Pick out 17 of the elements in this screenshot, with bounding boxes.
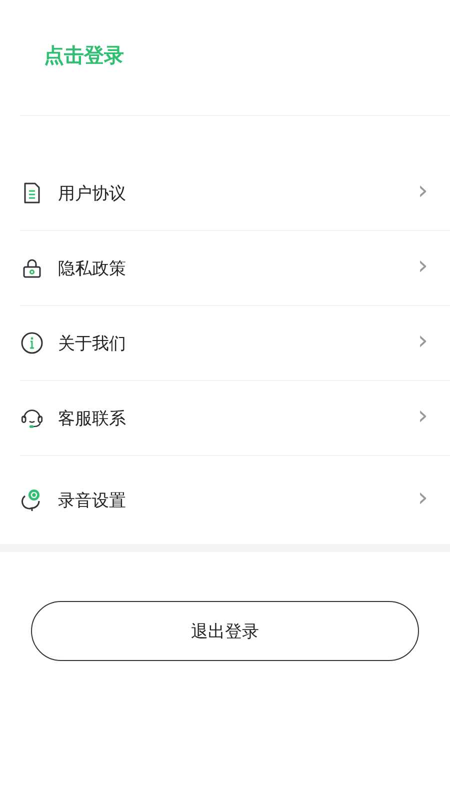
chevron-icon: ›	[418, 253, 428, 279]
logout-button[interactable]: 退出登录	[31, 601, 419, 661]
chevron-icon: ›	[418, 403, 428, 429]
menu-label: 用户协议	[58, 182, 127, 204]
menu-item[interactable]: 关于我们 ›	[0, 306, 450, 380]
menu-item[interactable]: 客服联系 ›	[0, 381, 450, 455]
info-icon	[20, 331, 44, 355]
menu-item[interactable]: 用户协议 ›	[0, 156, 450, 230]
menu-label: 关于我们	[58, 332, 127, 354]
menu-label: 客服联系	[58, 408, 127, 430]
menu-label: 隐私政策	[58, 258, 127, 280]
chevron-icon: ›	[418, 328, 428, 354]
menu-item[interactable]: 隐私政策 ›	[0, 231, 450, 305]
menu-label: 录音设置	[58, 490, 127, 512]
chevron-icon: ›	[418, 485, 428, 511]
chevron-icon: ›	[418, 178, 428, 204]
menu-item[interactable]: 录音设置 ›	[20, 456, 450, 544]
